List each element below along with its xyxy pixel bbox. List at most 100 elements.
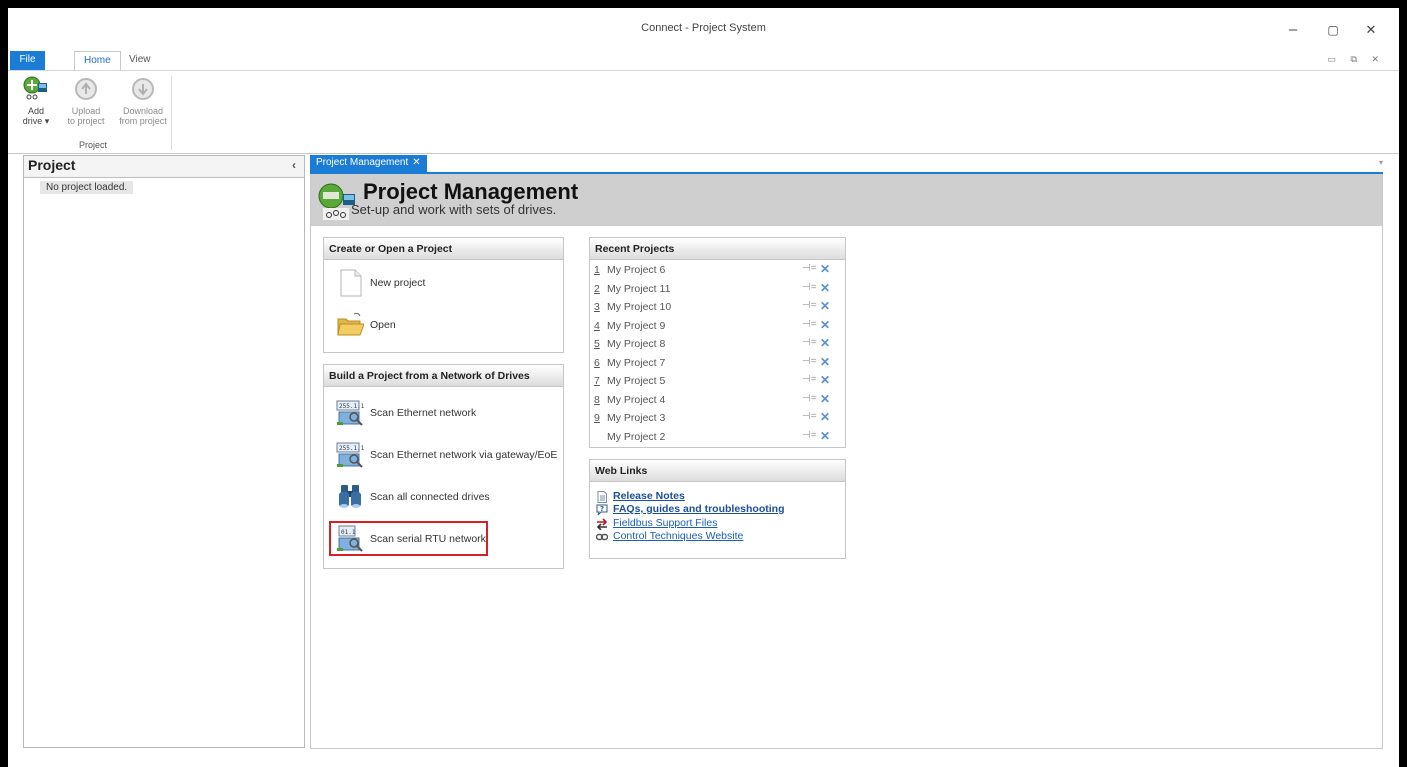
scan-ethernet-gateway-button[interactable]: 255.1.1 Scan Ethernet network via gatewa… (336, 440, 561, 472)
minimize-button[interactable]: – (1278, 20, 1308, 40)
remove-icon[interactable]: ✕ (820, 392, 830, 406)
title-bar: Connect - Project System – ▢ ✕ (8, 8, 1399, 44)
recent-project-name[interactable]: My Project 8 (607, 338, 665, 350)
restore-button[interactable]: ▢ (1318, 20, 1348, 40)
download-label-1: Download (122, 106, 164, 116)
download-icon (132, 78, 154, 100)
ribbon-group-project: Add drive ▾ Upload to project Download f… (14, 76, 172, 150)
pin-icon[interactable]: ⊣= (802, 337, 817, 348)
recent-project-name[interactable]: My Project 3 (607, 412, 665, 424)
recent-project-number: 3 (594, 301, 600, 313)
recent-project-name[interactable]: My Project 5 (607, 375, 665, 387)
pin-icon[interactable]: ⊣= (802, 374, 817, 385)
tab-view[interactable]: View (120, 51, 160, 70)
project-tree[interactable]: No project loaded. (24, 177, 304, 747)
pin-icon[interactable]: ⊣= (802, 319, 817, 330)
collapse-panel-icon[interactable]: ‹ (292, 158, 296, 172)
recent-project-row[interactable]: 6 My Project 7 ⊣= ✕ (594, 355, 834, 373)
remove-icon[interactable]: ✕ (820, 299, 830, 313)
recent-project-row[interactable]: 2 My Project 11 ⊣= ✕ (594, 281, 834, 299)
scan-ethernet-button[interactable]: 255.1.1 Scan Ethernet network (336, 398, 556, 430)
no-project-message: No project loaded. (40, 181, 134, 194)
window-title: Connect - Project System (641, 22, 766, 34)
help-icon: ? (596, 504, 608, 516)
remove-icon[interactable]: ✕ (820, 373, 830, 387)
recent-project-name[interactable]: My Project 2 (607, 431, 665, 443)
recent-project-name[interactable]: My Project 11 (607, 283, 670, 295)
scan-ethernet-gateway-label: Scan Ethernet network via gateway/EoE (370, 449, 558, 461)
fieldbus-label[interactable]: Fieldbus Support Files (613, 517, 717, 529)
highlight-box (329, 521, 488, 556)
close-tab-icon[interactable]: ✕ (412, 157, 420, 168)
recent-project-name[interactable]: My Project 10 (607, 301, 671, 313)
recent-project-row[interactable]: 5 My Project 8 ⊣= ✕ (594, 336, 834, 354)
add-drive-label-1: Add (27, 106, 44, 116)
transfer-arrows-icon (596, 518, 608, 530)
build-network-header: Build a Project from a Network of Drives (324, 365, 563, 387)
recent-project-row[interactable]: My Project 2 ⊣= ✕ (594, 429, 834, 447)
open-project-button[interactable]: Open (336, 310, 536, 342)
project-management-page: Project Management Set-up and work with … (310, 174, 1383, 749)
recent-project-number: 8 (594, 393, 600, 406)
close-button[interactable]: ✕ (1356, 20, 1386, 40)
remove-icon[interactable]: ✕ (820, 355, 830, 369)
recent-project-number: 4 (594, 319, 600, 332)
download-from-project-button[interactable]: Download from project (117, 76, 169, 126)
page-header: Project Management Set-up and work with … (311, 174, 1382, 226)
remove-icon[interactable]: ✕ (820, 318, 830, 332)
recent-project-number: 7 (594, 375, 600, 387)
pin-icon[interactable]: ⊣= (802, 263, 817, 274)
remove-icon[interactable]: ✕ (820, 429, 830, 443)
upload-label-1: Upload (71, 106, 101, 116)
scan-all-drives-button[interactable]: Scan all connected drives (336, 482, 556, 514)
new-project-button[interactable]: New project (336, 268, 536, 300)
document-tab-strip: Project Management ✕ ▾ (310, 155, 1383, 174)
pin-icon[interactable]: ⊣= (802, 356, 817, 367)
document-icon (597, 491, 607, 503)
pin-icon[interactable]: ⊣= (802, 300, 817, 311)
add-drive-button[interactable]: Add drive ▾ (14, 76, 58, 126)
pin-icon[interactable]: ⊣= (802, 393, 817, 404)
add-drive-icon (23, 76, 47, 100)
pin-icon[interactable]: ⊣= (802, 430, 817, 441)
svg-text:255.1.1: 255.1.1 (339, 403, 364, 410)
remove-icon[interactable]: ✕ (820, 281, 830, 295)
upload-label-2: to project (67, 116, 105, 126)
remove-icon[interactable]: ✕ (820, 410, 830, 424)
ribbon-tabs: File Home View ▭ ⧉ ✕ (8, 48, 1399, 70)
website-label[interactable]: Control Techniques Website (613, 530, 743, 542)
recent-project-name[interactable]: My Project 4 (607, 394, 665, 406)
recent-project-row[interactable]: 8 My Project 4 ⊣= ✕ (594, 392, 834, 410)
pin-icon[interactable]: ⊣= (802, 411, 817, 422)
recent-projects-box: Recent Projects 1 My Project 6 ⊣= ✕ 2 My… (589, 237, 846, 448)
faqs-label[interactable]: FAQs, guides and troubleshooting (613, 503, 785, 515)
remove-icon[interactable]: ✕ (820, 262, 830, 276)
tab-project-management[interactable]: Project Management ✕ (310, 155, 427, 172)
remove-icon[interactable]: ✕ (820, 336, 830, 350)
svg-text:255.1.1: 255.1.1 (339, 445, 364, 452)
recent-project-name[interactable]: My Project 6 (607, 264, 665, 276)
recent-project-row[interactable]: 4 My Project 9 ⊣= ✕ (594, 318, 834, 336)
new-document-icon (340, 269, 362, 297)
recent-project-row[interactable]: 1 My Project 6 ⊣= ✕ (594, 262, 834, 280)
recent-project-number: 6 (594, 356, 600, 369)
open-folder-icon (337, 312, 364, 336)
recent-project-number: 2 (594, 282, 600, 295)
recent-project-name[interactable]: My Project 9 (607, 320, 665, 332)
ribbon-group-label: Project (78, 140, 107, 150)
release-notes-label[interactable]: Release Notes (613, 490, 685, 502)
upload-to-project-button[interactable]: Upload to project (64, 76, 108, 126)
mdi-window-controls[interactable]: ▭ ⧉ ✕ (1328, 54, 1385, 65)
scan-all-drives-label: Scan all connected drives (370, 491, 490, 503)
recent-project-name[interactable]: My Project 7 (607, 357, 665, 369)
app-window: Connect - Project System – ▢ ✕ File Home… (8, 8, 1399, 767)
web-links-box: Web Links Release Notes ? FAQs, guides a… (589, 459, 846, 559)
tab-home[interactable]: Home (74, 51, 121, 70)
recent-project-row[interactable]: 3 My Project 10 ⊣= ✕ (594, 299, 834, 317)
ribbon: Add drive ▾ Upload to project Download f… (8, 70, 1399, 154)
tab-file[interactable]: File (10, 51, 45, 70)
tab-overflow-icon[interactable]: ▾ (1379, 158, 1383, 167)
pin-icon[interactable]: ⊣= (802, 282, 817, 293)
recent-project-row[interactable]: 9 My Project 3 ⊣= ✕ (594, 410, 834, 428)
recent-project-row[interactable]: 7 My Project 5 ⊣= ✕ (594, 373, 834, 391)
